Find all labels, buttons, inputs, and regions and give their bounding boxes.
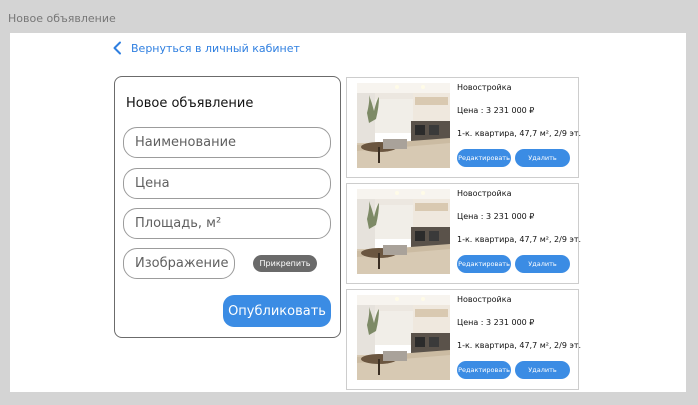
form-title: Новое объявление — [126, 96, 254, 111]
listing-type: Новостройка — [457, 189, 512, 198]
image-input[interactable]: Изображение — [123, 248, 235, 279]
listing-price: Цена : 3 231 000 ₽ — [457, 212, 535, 221]
listing-description: 1-к. квартира, 47,7 м², 2/9 эт. — [457, 341, 582, 350]
listing-photo — [357, 189, 450, 274]
delete-button[interactable]: Удалить — [515, 149, 570, 167]
listing-description: 1-к. квартира, 47,7 м², 2/9 эт. — [457, 129, 582, 138]
area-input[interactable]: Площадь, м² — [123, 208, 331, 239]
window-title: Новое объявление — [8, 12, 116, 25]
price-input[interactable]: Цена — [123, 168, 331, 199]
listing-card: Новостройка Цена : 3 231 000 ₽ 1-к. квар… — [346, 77, 582, 178]
listing-photo — [357, 295, 450, 380]
edit-button[interactable]: Редактировать — [457, 255, 511, 273]
back-link[interactable]: Вернуться в личный кабинет — [112, 41, 300, 55]
listing-photo — [357, 83, 450, 168]
edit-button[interactable]: Редактировать — [457, 149, 511, 167]
publish-button[interactable]: Опубликовать — [223, 295, 331, 327]
listing-card: Новостройка Цена : 3 231 000 ₽ 1-к. квар… — [346, 289, 582, 390]
delete-button[interactable]: Удалить — [515, 361, 570, 379]
listing-type: Новостройка — [457, 83, 512, 92]
listing-card: Новостройка Цена : 3 231 000 ₽ 1-к. квар… — [346, 183, 582, 284]
edit-button[interactable]: Редактировать — [457, 361, 511, 379]
name-input[interactable]: Наименование — [123, 127, 331, 158]
listing-description: 1-к. квартира, 47,7 м², 2/9 эт. — [457, 235, 582, 244]
back-link-label[interactable]: Вернуться в личный кабинет — [131, 42, 300, 55]
new-listing-form: Новое объявление Наименование Цена Площа… — [114, 76, 341, 338]
chevron-left-icon[interactable] — [112, 41, 124, 55]
listing-type: Новостройка — [457, 295, 512, 304]
listing-price: Цена : 3 231 000 ₽ — [457, 318, 535, 327]
listing-price: Цена : 3 231 000 ₽ — [457, 106, 535, 115]
delete-button[interactable]: Удалить — [515, 255, 570, 273]
attach-button[interactable]: Прикрепить — [253, 255, 317, 272]
